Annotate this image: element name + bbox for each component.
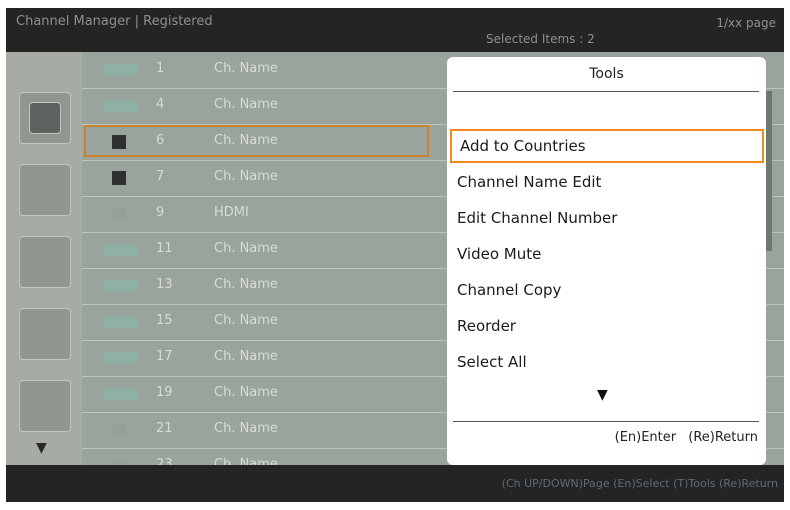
channel-name: Ch. Name [214, 421, 278, 436]
category-tile[interactable] [19, 164, 71, 216]
channel-number: 21 [156, 421, 173, 436]
channel-name: Ch. Name [214, 61, 278, 76]
channel-type-icon [104, 244, 138, 256]
channel-type-icon [112, 208, 126, 220]
enter-hint: (En)Enter [614, 430, 677, 445]
channel-type-icon [104, 352, 138, 364]
channel-type-icon [112, 424, 126, 436]
channel-type-icon [104, 100, 138, 112]
divider [453, 421, 759, 422]
channel-name: Ch. Name [214, 97, 278, 112]
menu-item-video-mute[interactable]: Video Mute [457, 245, 541, 263]
selected-count: Selected Items : 2 [486, 32, 595, 46]
category-column: ▼ [6, 52, 82, 465]
channel-name: Ch. Name [214, 133, 278, 148]
channel-name: Ch. Name [214, 313, 278, 328]
channel-number: 9 [156, 205, 165, 220]
menu-item-select-all[interactable]: Select All [457, 353, 527, 371]
key-hint: (Ch UP/DOWN)Page (En)Select (T)Tools (Re… [501, 477, 778, 490]
channel-name: Ch. Name [214, 277, 278, 292]
tools-title: Tools [589, 66, 624, 82]
tools-footer: (En)Enter (Re)Return [615, 430, 758, 445]
channel-type-icon [104, 316, 138, 328]
channel-type-icon [104, 280, 138, 292]
footer-bar: (Ch UP/DOWN)Page (En)Select (T)Tools (Re… [6, 465, 784, 502]
menu-item-reorder[interactable]: Reorder [457, 317, 516, 335]
menu-item-channel-name-edit[interactable]: Channel Name Edit [457, 173, 601, 191]
channel-number: 17 [156, 349, 173, 364]
channel-name: Ch. Name [214, 241, 278, 256]
scroll-down-icon[interactable]: ▼ [36, 440, 47, 456]
channel-number: 13 [156, 277, 173, 292]
channel-number: 1 [156, 61, 165, 76]
category-tile[interactable] [19, 380, 71, 432]
channel-type-icon [112, 135, 126, 149]
category-tile[interactable] [19, 236, 71, 288]
header-bar: Channel Manager | Registered 1/xx page S… [6, 8, 784, 52]
return-hint: (Re)Return [688, 430, 758, 445]
menu-item-edit-channel-number[interactable]: Edit Channel Number [457, 209, 617, 227]
tools-popup: Tools Add to Countries Channel Name Edit… [447, 57, 772, 465]
category-tile[interactable] [19, 308, 71, 360]
page-indicator: 1/xx page [716, 16, 776, 30]
scrollbar[interactable] [766, 91, 772, 251]
channel-type-icon [112, 171, 126, 185]
scroll-down-icon[interactable]: ▼ [597, 387, 608, 403]
channel-name: Ch. Name [214, 169, 278, 184]
channel-number: 6 [156, 133, 165, 148]
channel-number: 4 [156, 97, 165, 112]
channel-number: 7 [156, 169, 165, 184]
divider [453, 91, 759, 92]
category-tile-icon [29, 102, 61, 134]
channel-number: 19 [156, 385, 173, 400]
menu-item-add-to-countries[interactable]: Add to Countries [450, 129, 764, 163]
channel-type-icon [104, 64, 138, 76]
channel-name: Ch. Name [214, 349, 278, 364]
channel-number: 15 [156, 313, 173, 328]
menu-item-channel-copy[interactable]: Channel Copy [457, 281, 561, 299]
channel-name: HDMI [214, 205, 249, 220]
channel-type-icon [104, 388, 138, 400]
tv-screen: Channel Manager | Registered 1/xx page S… [6, 8, 784, 502]
channel-number: 11 [156, 241, 173, 256]
channel-name: Ch. Name [214, 385, 278, 400]
screen-title: Channel Manager | Registered [16, 14, 213, 29]
